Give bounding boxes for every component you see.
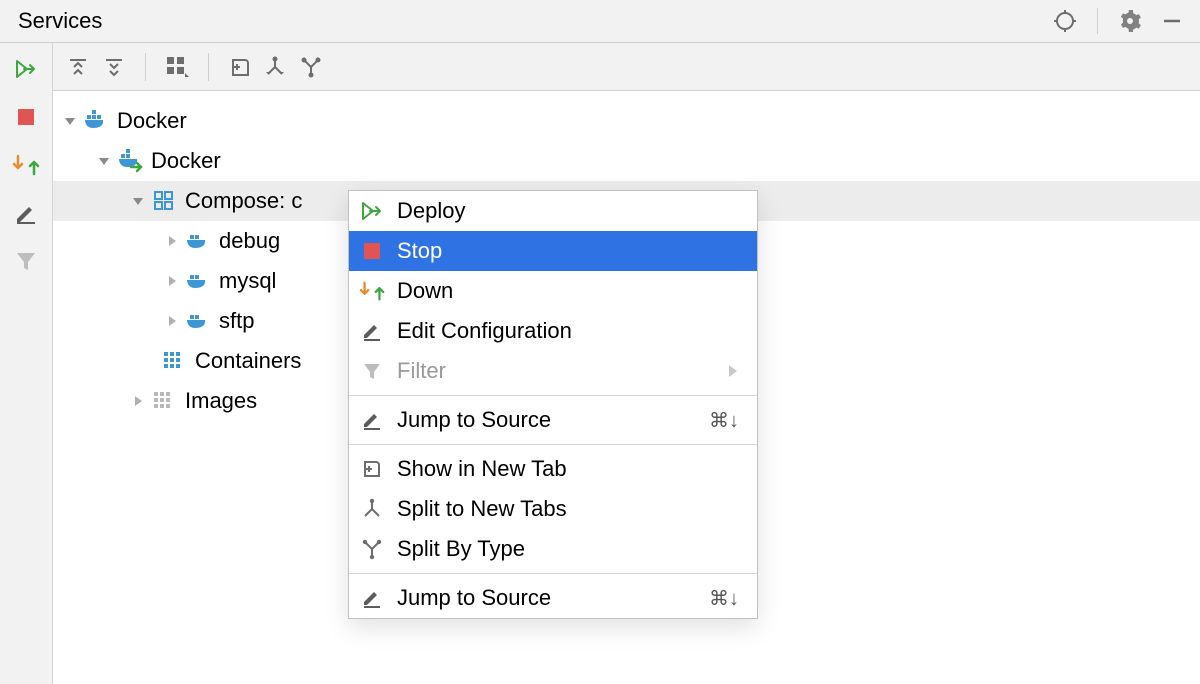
chevron-right-icon [727,358,739,384]
docker-connected-icon [117,148,143,174]
edit-icon [359,318,385,344]
docker-icon [185,228,211,254]
menu-item-show-new-tab[interactable]: Show in New Tab [349,449,757,489]
menu-separator [349,444,757,445]
menu-item-split-new-tabs[interactable]: Split to New Tabs [349,489,757,529]
deploy-icon [359,198,385,224]
left-action-sidebar [0,43,53,684]
services-toolbar [53,43,1200,91]
menu-shortcut: ⌘↓ [709,586,739,611]
menu-label: Edit Configuration [397,318,739,344]
tree-label: debug [219,228,280,254]
expand-all-icon[interactable] [63,52,93,82]
header-icon-group [1051,7,1186,35]
chevron-right-icon[interactable] [127,390,149,412]
minimize-icon[interactable] [1158,7,1186,35]
images-icon [151,388,177,414]
filter-icon[interactable] [15,245,37,277]
open-new-tab-icon[interactable] [225,52,255,82]
menu-item-deploy[interactable]: Deploy [349,191,757,231]
menu-item-filter: Filter [349,351,757,391]
tree-label: Docker [151,148,221,174]
menu-label: Split By Type [397,536,739,562]
header-separator [1097,8,1098,34]
menu-label: Show in New Tab [397,456,739,482]
gear-icon[interactable] [1116,7,1144,35]
edit-icon [359,585,385,611]
menu-label: Filter [397,358,715,384]
target-icon[interactable] [1051,7,1079,35]
chevron-down-icon[interactable] [127,190,149,212]
toolbar-separator [145,53,146,81]
tree-label: sftp [219,308,254,334]
context-menu: Deploy Stop Down Edit Configuration [348,190,758,619]
down-icon[interactable] [12,149,40,181]
docker-icon [185,268,211,294]
containers-icon [161,348,187,374]
menu-item-jump-to-source-2[interactable]: Jump to Source ⌘↓ [349,578,757,618]
group-by-icon[interactable] [162,52,192,82]
docker-icon [83,108,109,134]
chevron-down-icon[interactable] [59,110,81,132]
menu-item-edit-config[interactable]: Edit Configuration [349,311,757,351]
tree-label: Docker [117,108,187,134]
panel-title: Services [18,8,1051,34]
menu-label: Stop [397,238,739,264]
menu-label: Split to New Tabs [397,496,739,522]
split-by-type-icon[interactable] [297,52,327,82]
down-icon [359,278,385,304]
tree-label: Containers [195,348,301,374]
split-tabs-icon [359,496,385,522]
menu-label: Deploy [397,198,739,224]
tree-label: Images [185,388,257,414]
edit-icon[interactable] [14,197,38,229]
open-new-tab-icon [359,456,385,482]
menu-separator [349,395,757,396]
deploy-icon[interactable] [14,53,38,85]
chevron-down-icon[interactable] [93,150,115,172]
collapse-all-icon[interactable] [99,52,129,82]
menu-item-jump-to-source[interactable]: Jump to Source ⌘↓ [349,400,757,440]
menu-label: Down [397,278,739,304]
split-tabs-icon[interactable] [261,52,291,82]
menu-separator [349,573,757,574]
menu-label: Jump to Source [397,407,697,433]
menu-item-down[interactable]: Down [349,271,757,311]
edit-icon [359,407,385,433]
chevron-right-icon[interactable] [161,270,183,292]
tree-label: Compose: c [185,188,302,214]
menu-item-stop[interactable]: Stop [349,231,757,271]
chevron-right-icon[interactable] [161,310,183,332]
services-header: Services [0,0,1200,43]
toolbar-separator [208,53,209,81]
tree-node-docker-root[interactable]: Docker [53,101,1200,141]
docker-icon [185,308,211,334]
menu-shortcut: ⌘↓ [709,408,739,433]
chevron-right-icon[interactable] [161,230,183,252]
menu-label: Jump to Source [397,585,697,611]
menu-item-split-by-type[interactable]: Split By Type [349,529,757,569]
tree-label: mysql [219,268,276,294]
tree-node-docker-conn[interactable]: Docker [53,141,1200,181]
compose-icon [151,188,177,214]
stop-icon[interactable] [16,101,36,133]
stop-icon [359,238,385,264]
filter-icon [359,358,385,384]
split-by-type-icon [359,536,385,562]
